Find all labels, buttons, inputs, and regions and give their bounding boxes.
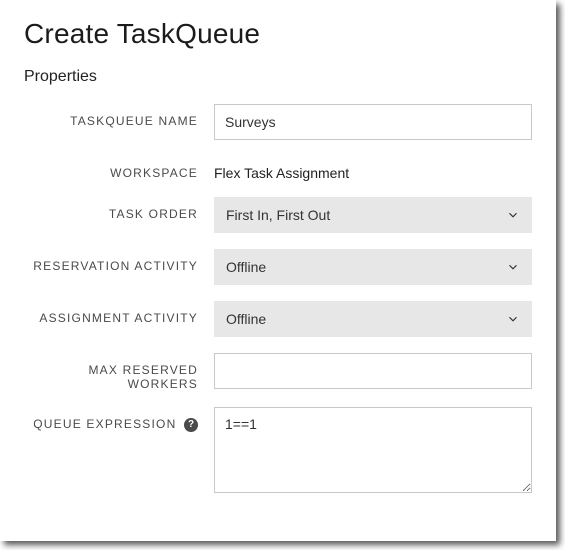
- task-order-selected: First In, First Out: [226, 207, 330, 223]
- label-taskqueue-name: TaskQueue Name: [24, 104, 198, 128]
- row-task-order: Task Order First In, First Out: [24, 197, 532, 233]
- section-heading: Properties: [24, 68, 532, 86]
- label-queue-expression: Queue Expression ?: [24, 407, 198, 433]
- label-queue-expression-text: Queue Expression: [33, 417, 176, 431]
- help-icon[interactable]: ?: [184, 418, 198, 432]
- row-workspace: Workspace Flex Task Assignment: [24, 156, 532, 181]
- assignment-activity-selected: Offline: [226, 311, 266, 327]
- row-max-reserved-workers: Max Reserved Workers: [24, 353, 532, 391]
- row-queue-expression: Queue Expression ?: [24, 407, 532, 498]
- reservation-activity-selected: Offline: [226, 259, 266, 275]
- task-order-select[interactable]: First In, First Out: [214, 197, 532, 233]
- label-max-reserved-workers: Max Reserved Workers: [24, 353, 198, 391]
- max-reserved-workers-input[interactable]: [214, 353, 532, 389]
- label-reservation-activity: Reservation Activity: [24, 249, 198, 273]
- chevron-down-icon: [506, 260, 520, 274]
- chevron-down-icon: [506, 312, 520, 326]
- workspace-value: Flex Task Assignment: [214, 156, 532, 181]
- label-task-order: Task Order: [24, 197, 198, 221]
- assignment-activity-select[interactable]: Offline: [214, 301, 532, 337]
- row-assignment-activity: Assignment Activity Offline: [24, 301, 532, 337]
- row-reservation-activity: Reservation Activity Offline: [24, 249, 532, 285]
- properties-form: TaskQueue Name Workspace Flex Task Assig…: [24, 104, 532, 498]
- row-taskqueue-name: TaskQueue Name: [24, 104, 532, 140]
- page-title: Create TaskQueue: [24, 18, 532, 50]
- queue-expression-textarea[interactable]: [214, 407, 532, 493]
- label-assignment-activity: Assignment Activity: [24, 301, 198, 325]
- create-taskqueue-panel: Create TaskQueue Properties TaskQueue Na…: [0, 0, 556, 541]
- label-workspace: Workspace: [24, 156, 198, 180]
- reservation-activity-select[interactable]: Offline: [214, 249, 532, 285]
- chevron-down-icon: [506, 208, 520, 222]
- taskqueue-name-input[interactable]: [214, 104, 532, 140]
